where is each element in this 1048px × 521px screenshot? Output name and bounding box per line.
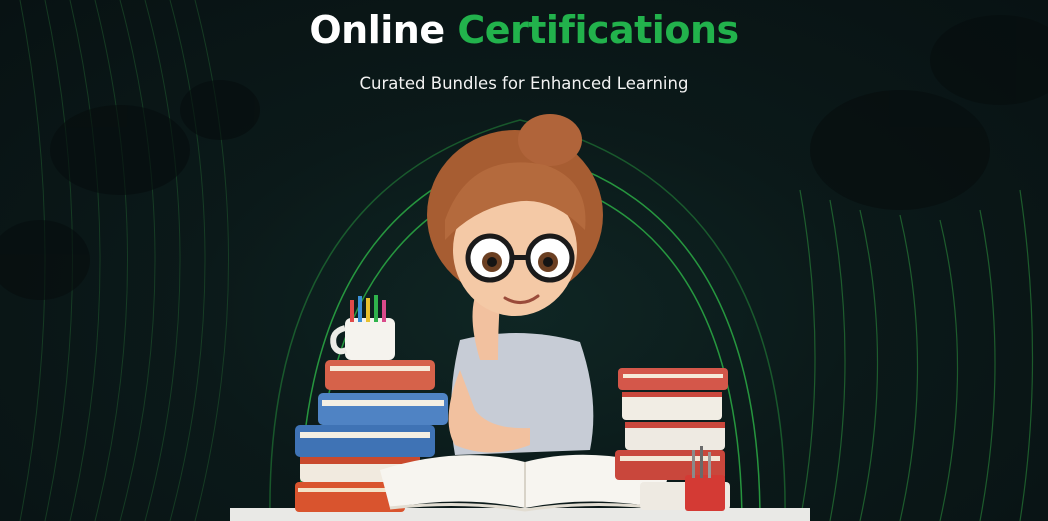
title-white-part: Online — [309, 8, 445, 52]
page-title: Online Certifications — [0, 8, 1048, 52]
pencil-mug — [330, 295, 395, 360]
girl-figure — [427, 114, 603, 455]
student-with-books-illustration — [230, 114, 810, 521]
hero-banner: Online Certifications Curated Bundles fo… — [0, 0, 1048, 521]
page-subtitle: Curated Bundles for Enhanced Learning — [359, 74, 689, 93]
title-green-part: Certifications — [457, 8, 739, 52]
